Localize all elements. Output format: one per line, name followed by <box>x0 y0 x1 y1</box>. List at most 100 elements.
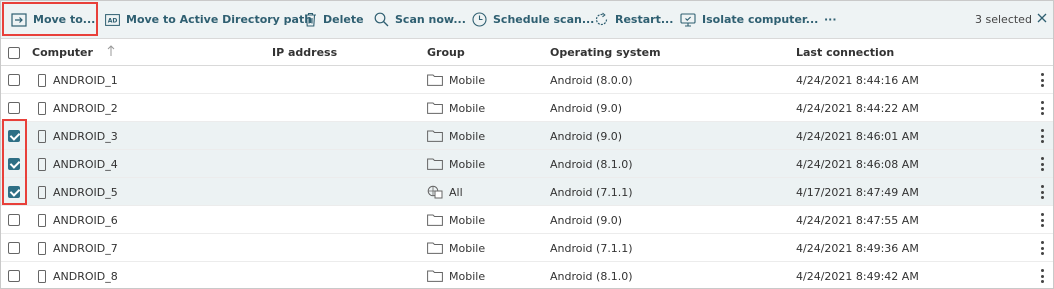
delete-label: Delete <box>323 13 364 26</box>
operating-system: Android (8.0.0) <box>550 73 633 87</box>
more-actions-label: ··· <box>824 13 837 26</box>
mobile-device-icon <box>38 206 46 234</box>
row-menu-icon[interactable] <box>1041 73 1044 87</box>
trash-icon <box>304 12 317 27</box>
scan-now-button[interactable]: Scan now... <box>374 1 466 38</box>
clock-icon <box>472 12 487 27</box>
restart-button[interactable]: Restart... <box>594 1 673 38</box>
delete-button[interactable]: Delete <box>304 1 364 38</box>
isolate-computer-icon <box>680 12 696 27</box>
row-checkbox[interactable] <box>8 130 20 142</box>
last-connection: 4/24/2021 8:49:42 AM <box>796 269 919 283</box>
computer-name[interactable]: ANDROID_7 <box>53 234 118 262</box>
operating-system: Android (9.0) <box>550 213 623 227</box>
table-row[interactable]: ANDROID_4 Mobile Android (8.1.0) 4/24/2021 … <box>1 150 1053 178</box>
last-connection: 4/24/2021 8:46:08 AM <box>796 157 919 171</box>
folder-icon <box>427 150 443 178</box>
select-all-checkbox[interactable] <box>8 47 20 59</box>
group-name: Mobile <box>449 101 486 115</box>
last-connection: 4/24/2021 8:46:01 AM <box>796 129 919 143</box>
table-row[interactable]: ANDROID_3 Mobile Android (9.0) 4/24/2021 8:… <box>1 122 1053 150</box>
computer-name[interactable]: ANDROID_4 <box>53 150 118 178</box>
row-checkbox[interactable] <box>8 242 20 254</box>
mobile-device-icon <box>38 262 46 289</box>
isolate-computer-button[interactable]: Isolate computer... <box>680 1 818 38</box>
row-menu-icon[interactable] <box>1041 185 1044 199</box>
row-checkbox[interactable] <box>8 270 20 282</box>
group-name: Mobile <box>449 213 486 227</box>
isolate-computer-label: Isolate computer... <box>702 13 819 26</box>
schedule-scan-button[interactable]: Schedule scan... <box>472 1 594 38</box>
mobile-device-icon <box>38 178 46 206</box>
action-toolbar: Move to... AD Move to Active Directory p… <box>1 1 1053 38</box>
computer-name[interactable]: ANDROID_1 <box>53 66 118 94</box>
operating-system: Android (8.1.0) <box>550 157 633 171</box>
move-to-ad-path-label: Move to Active Directory path <box>126 13 313 26</box>
row-checkbox[interactable] <box>8 74 20 86</box>
last-connection: 4/24/2021 8:44:16 AM <box>796 73 919 87</box>
last-connection: 4/24/2021 8:47:55 AM <box>796 213 919 227</box>
column-header-last-connection[interactable]: Last connection <box>796 39 894 65</box>
row-menu-icon[interactable] <box>1041 269 1044 283</box>
computer-name[interactable]: ANDROID_8 <box>53 262 118 289</box>
column-header-group[interactable]: Group <box>427 39 465 65</box>
row-menu-icon[interactable] <box>1041 241 1044 255</box>
folder-icon <box>427 66 443 94</box>
restart-label: Restart... <box>615 13 674 26</box>
close-icon <box>1037 13 1047 26</box>
mobile-device-icon <box>38 150 46 178</box>
move-to-label: Move to... <box>33 13 96 26</box>
row-checkbox[interactable] <box>8 102 20 114</box>
operating-system: Android (8.1.0) <box>550 269 633 283</box>
folder-icon <box>427 94 443 122</box>
more-actions-button[interactable]: ··· <box>824 1 837 38</box>
last-connection: 4/24/2021 8:44:22 AM <box>796 101 919 115</box>
restart-icon <box>594 12 609 27</box>
table-row[interactable]: ANDROID_6 Mobile Android (9.0) 4/24/2021 8:… <box>1 206 1053 234</box>
table-row[interactable]: ANDROID_8 Mobile Android (8.1.0) 4/24/2021 … <box>1 262 1053 289</box>
mobile-device-icon <box>38 66 46 94</box>
table-row[interactable]: ANDROID_5 All Android (7.1.1) 4/17/2021 8:4… <box>1 178 1053 206</box>
row-menu-icon[interactable] <box>1041 157 1044 171</box>
move-to-icon <box>11 12 27 27</box>
move-to-button[interactable]: Move to... <box>11 1 95 38</box>
row-menu-icon[interactable] <box>1041 129 1044 143</box>
active-directory-icon: AD <box>105 13 120 26</box>
computer-name[interactable]: ANDROID_6 <box>53 206 118 234</box>
table-row[interactable]: ANDROID_7 Mobile Android (7.1.1) 4/24/2021 … <box>1 234 1053 262</box>
group-name: Mobile <box>449 157 486 171</box>
group-name: Mobile <box>449 241 486 255</box>
group-name: All <box>449 185 463 199</box>
selected-count: 3 selected <box>975 13 1032 26</box>
all-groups-icon <box>427 178 443 206</box>
clear-selection-button[interactable] <box>1037 1 1047 38</box>
row-menu-icon[interactable] <box>1041 101 1044 115</box>
folder-icon <box>427 122 443 150</box>
column-header-ip[interactable]: IP address <box>272 39 337 65</box>
scan-now-label: Scan now... <box>395 13 466 26</box>
table-row[interactable]: ANDROID_2 Mobile Android (9.0) 4/24/2021 8:… <box>1 94 1053 122</box>
operating-system: Android (7.1.1) <box>550 185 633 199</box>
mobile-device-icon <box>38 234 46 262</box>
column-header-os[interactable]: Operating system <box>550 39 661 65</box>
operating-system: Android (7.1.1) <box>550 241 633 255</box>
sort-ascending-icon <box>107 44 115 60</box>
row-checkbox[interactable] <box>8 186 20 198</box>
computer-name[interactable]: ANDROID_3 <box>53 122 118 150</box>
folder-icon <box>427 234 443 262</box>
group-name: Mobile <box>449 269 486 283</box>
mobile-device-icon <box>38 94 46 122</box>
move-to-ad-path-button[interactable]: AD Move to Active Directory path <box>105 1 312 38</box>
computer-name[interactable]: ANDROID_2 <box>53 94 118 122</box>
search-icon <box>374 12 389 27</box>
column-header-computer[interactable]: Computer <box>32 39 115 65</box>
row-menu-icon[interactable] <box>1041 213 1044 227</box>
row-checkbox[interactable] <box>8 214 20 226</box>
group-name: Mobile <box>449 73 486 87</box>
table-row[interactable]: ANDROID_1 Mobile Android (8.0.0) 4/24/2021 … <box>1 66 1053 94</box>
last-connection: 4/17/2021 8:47:49 AM <box>796 185 919 199</box>
operating-system: Android (9.0) <box>550 129 623 143</box>
computer-name[interactable]: ANDROID_5 <box>53 178 118 206</box>
table-header: Computer IP address Group Operating syst… <box>1 38 1053 66</box>
row-checkbox[interactable] <box>8 158 20 170</box>
